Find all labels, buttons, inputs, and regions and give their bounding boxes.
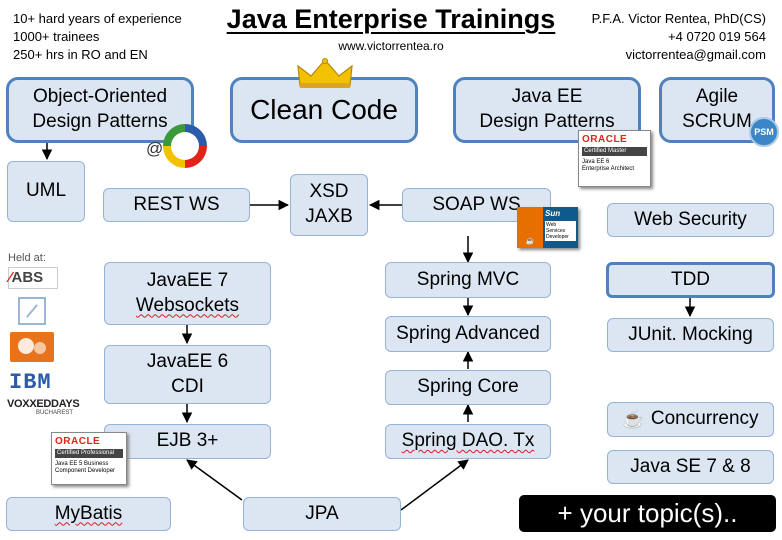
web-security-box[interactable]: Web Security: [607, 203, 774, 237]
your-topics-banner[interactable]: + your topic(s)..: [519, 495, 776, 532]
oracle-master-brand: ORACLE: [582, 134, 628, 145]
oracle-master-cert: Certified Master: [582, 147, 647, 156]
psm-badge-icon: PSM: [749, 117, 779, 147]
xsd-line: XSD: [309, 181, 349, 203]
mybatis-label: MyBatis: [54, 502, 123, 524]
voxxed-days-logo: VOXXEDDAYS: [7, 398, 80, 410]
spring-mvc-box[interactable]: Spring MVC: [385, 262, 551, 298]
oodp-line2: Design Patterns: [32, 111, 168, 132]
at-sign-icon: @: [146, 139, 164, 158]
javaee7-box[interactable]: JavaEE 7 Websockets: [104, 262, 271, 325]
sun-brand: Sun: [545, 209, 561, 218]
spring-dao-label: Spring DAO. Tx: [401, 430, 535, 452]
mybatis-box[interactable]: MyBatis: [6, 497, 171, 531]
jpa-box[interactable]: JPA: [243, 497, 401, 531]
javaee-dp-line1: Java EE: [511, 86, 583, 108]
oracle-master-badge: ORACLE Certified Master Java EE 6 Enterp…: [578, 130, 651, 187]
oracle-master-line2: Enterprise Architect: [582, 166, 635, 172]
agile-line2: SCRUM: [682, 111, 752, 132]
uml-box[interactable]: UML: [7, 161, 85, 222]
oracle-pro-line2: Component Developer: [55, 468, 116, 474]
oracle-pro-badge: ORACLE Certified Professional Java EE 5 …: [51, 432, 127, 485]
abs-logo: ⁄ABS: [8, 267, 58, 289]
java-cup-icon: ☕: [517, 207, 543, 248]
sun-line1: Web Services: [546, 222, 566, 234]
oodp-line1: Object-Oriented: [32, 86, 168, 108]
java-cup-icon: ☕: [622, 408, 645, 429]
tdd-box[interactable]: TDD: [606, 262, 775, 298]
javaee6-line2: CDI: [171, 375, 204, 397]
jaxb-line: JAXB: [305, 206, 353, 227]
javaee7-line1: JavaEE 7: [146, 269, 229, 291]
oracle-pro-cert: Certified Professional: [55, 449, 123, 458]
arrow-jpa-dao: [400, 459, 469, 511]
agile-line1: Agile: [695, 86, 739, 108]
ing-lion-logo: [10, 332, 54, 362]
xsd-jaxb-box[interactable]: XSD JAXB: [290, 174, 368, 236]
rest-ws-box[interactable]: REST WS: [103, 188, 250, 222]
concurrency-box[interactable]: ☕ Concurrency: [607, 402, 774, 437]
concurrency-label: Concurrency: [650, 408, 759, 430]
oracle-pro-line1: Java EE 5 Business: [55, 461, 109, 467]
javaee6-line1: JavaEE 6: [146, 350, 229, 372]
sun-java-badge: ☕ Sun Web Services Developer: [517, 207, 578, 248]
javaee7-line2: Websockets: [135, 294, 240, 316]
voxxed-days-city: BUCHAREST: [36, 410, 74, 416]
spring-core-box[interactable]: Spring Core: [385, 370, 551, 405]
oracle-master-line1: Java EE 6: [582, 159, 610, 165]
oracle-pro-brand: ORACLE: [55, 436, 101, 447]
javaee6-box[interactable]: JavaEE 6 CDI: [104, 345, 271, 404]
ibm-logo: IBM: [9, 370, 52, 395]
ejb3-box[interactable]: EJB 3+: [104, 424, 271, 459]
university-seal-icon: [163, 124, 207, 168]
spring-advanced-box[interactable]: Spring Advanced: [385, 316, 551, 352]
junit-mocking-box[interactable]: JUnit. Mocking: [607, 318, 774, 352]
crown-icon: [297, 58, 353, 88]
java-se-box[interactable]: Java SE 7 & 8: [607, 450, 774, 484]
spring-dao-box[interactable]: Spring DAO. Tx: [385, 424, 551, 459]
arrow-jpa-ejb: [186, 459, 243, 501]
held-at-label: Held at:: [8, 252, 46, 264]
deutsche-bank-logo: [18, 297, 46, 325]
sun-line2: Developer: [546, 234, 569, 240]
